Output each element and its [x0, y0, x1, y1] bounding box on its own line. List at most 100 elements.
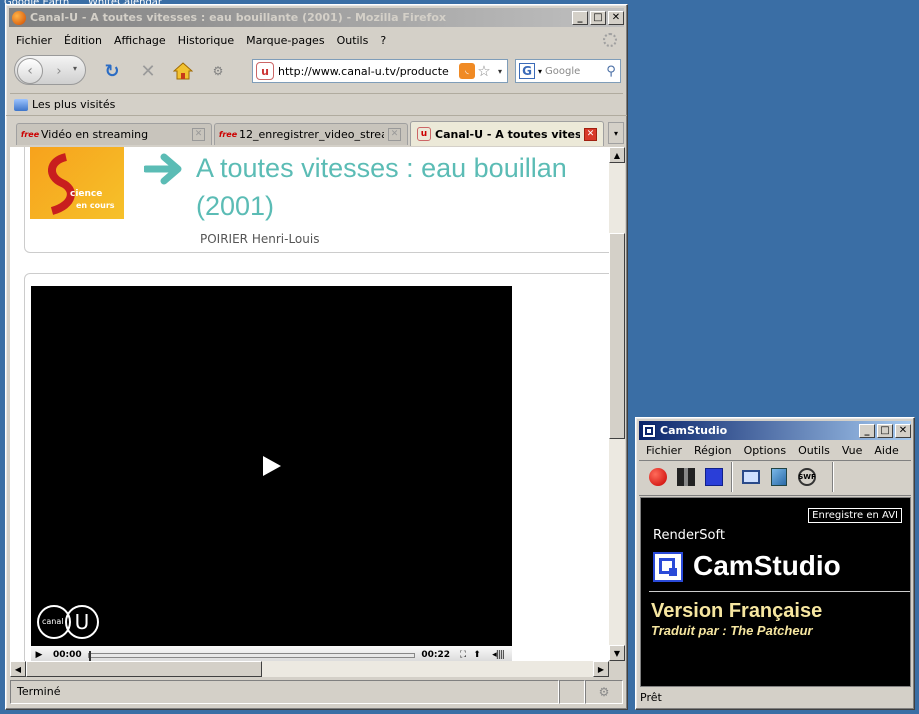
play-icon[interactable]: [263, 456, 281, 476]
camstudio-status: Prêt: [640, 691, 662, 704]
fullscreen-icon[interactable]: ⛶: [456, 650, 470, 660]
camstudio-splash: Enregistre en AVI RenderSoft CamStudio V…: [640, 497, 911, 687]
share-icon[interactable]: ⬆: [470, 650, 484, 660]
addon-icon[interactable]: ⚙: [208, 61, 228, 81]
menu-outils[interactable]: Outils: [792, 444, 836, 457]
page-content: cience en cours A toutes vitesses : eau …: [10, 147, 609, 661]
tab-canal-u[interactable]: u Canal-U - A toutes vites... ✕: [410, 121, 604, 146]
annotation-icon[interactable]: [768, 466, 790, 488]
close-tab-icon[interactable]: ✕: [192, 128, 205, 141]
throbber-icon: [603, 33, 617, 47]
minimize-button[interactable]: _: [572, 10, 588, 25]
hscroll-thumb[interactable]: [26, 661, 262, 677]
region-icon[interactable]: [740, 466, 762, 488]
tab-list-button[interactable]: ▾: [608, 122, 624, 144]
free-favicon: free: [20, 130, 40, 139]
logo-text: en cours: [76, 201, 115, 210]
toolbar-separator: [832, 462, 834, 492]
toolbar-separator: [731, 462, 733, 492]
bookmark-most-visited[interactable]: Les plus visités: [32, 98, 115, 111]
tab-video-streaming[interactable]: free Vidéo en streaming ✕: [16, 123, 212, 145]
science-en-cours-logo: cience en cours: [30, 147, 124, 219]
splash-divider: [649, 591, 910, 592]
menu-edition[interactable]: Édition: [58, 34, 108, 47]
video-player[interactable]: U canal: [31, 286, 512, 646]
back-forward-group: ‹ › ▾: [14, 55, 86, 85]
menu-region[interactable]: Région: [688, 444, 738, 457]
canal-u-watermark: U canal: [37, 604, 99, 642]
url-dropdown-icon[interactable]: ▾: [493, 67, 507, 76]
horizontal-scrollbar[interactable]: ◀ ▶: [10, 661, 609, 677]
tab-label: Canal-U - A toutes vites...: [435, 127, 580, 141]
record-icon[interactable]: [647, 466, 669, 488]
menu-options[interactable]: Options: [738, 444, 792, 457]
reload-icon[interactable]: ↻: [102, 61, 122, 82]
menu-fichier[interactable]: Fichier: [10, 34, 58, 47]
google-engine-icon[interactable]: G: [519, 63, 535, 79]
scroll-right-arrow[interactable]: ▶: [593, 661, 609, 677]
addon-status-icon[interactable]: ⚙: [585, 680, 623, 704]
swf-icon[interactable]: SWF: [796, 466, 818, 488]
stop-icon[interactable]: ✕: [138, 61, 158, 82]
close-tab-icon[interactable]: ✕: [388, 128, 401, 141]
canal-u-favicon: u: [417, 127, 431, 141]
menu-outils[interactable]: Outils: [331, 34, 375, 47]
close-button[interactable]: ✕: [608, 10, 624, 25]
url-text[interactable]: http://www.canal-u.tv/producte: [278, 65, 457, 78]
play-button[interactable]: ▶: [31, 650, 47, 660]
search-icon[interactable]: ⚲: [602, 64, 620, 79]
maximize-button[interactable]: □: [877, 423, 893, 438]
video-author[interactable]: POIRIER Henri-Louis: [200, 232, 319, 246]
menu-marque-pages[interactable]: Marque-pages: [240, 34, 330, 47]
back-button[interactable]: ‹: [17, 58, 43, 84]
home-icon[interactable]: [172, 60, 194, 82]
bookmark-star-icon[interactable]: ☆: [475, 62, 493, 80]
logo-text: cience: [70, 189, 103, 199]
scroll-left-arrow[interactable]: ◀: [10, 661, 26, 677]
camstudio-titlebar[interactable]: CamStudio _ □ ✕: [639, 421, 911, 440]
close-button[interactable]: ✕: [895, 423, 911, 438]
scroll-thumb[interactable]: [609, 233, 625, 439]
rss-icon[interactable]: ◟: [459, 63, 475, 79]
scroll-up-arrow[interactable]: ▲: [609, 147, 625, 163]
maximize-button[interactable]: □: [590, 10, 606, 25]
site-favicon: u: [256, 62, 274, 80]
close-tab-icon[interactable]: ✕: [584, 127, 597, 141]
minimize-button[interactable]: _: [859, 423, 875, 438]
stop-icon[interactable]: [703, 466, 725, 488]
video-title: A toutes vitesses : eau bouillan (2001): [196, 149, 567, 225]
search-bar[interactable]: G ▾ Google ⚲: [515, 59, 621, 83]
volume-icon[interactable]: ◂||||: [484, 650, 512, 660]
video-title-line: A toutes vitesses : eau bouillan: [196, 153, 567, 183]
pause-icon[interactable]: [675, 466, 697, 488]
seek-handle[interactable]: [88, 650, 91, 661]
engine-dropdown-icon[interactable]: ▾: [538, 67, 542, 76]
time-current: 00:00: [53, 650, 82, 660]
scroll-down-arrow[interactable]: ▼: [609, 645, 625, 661]
tab-label: 12_enregistrer_video_strea...: [239, 128, 384, 141]
tab-enregistrer-video[interactable]: free 12_enregistrer_video_strea... ✕: [214, 123, 408, 145]
search-input[interactable]: Google: [545, 66, 602, 77]
product-name: CamStudio: [693, 550, 841, 581]
nav-toolbar: ‹ › ▾ ↻ ✕ ⚙ u http://www.canal-u.tv/prod…: [10, 51, 623, 91]
video-title-line: (2001): [196, 191, 275, 221]
menu-historique[interactable]: Historique: [172, 34, 240, 47]
url-bar[interactable]: u http://www.canal-u.tv/producte ◟ ☆ ▾: [252, 59, 508, 83]
seek-bar[interactable]: [87, 650, 416, 661]
free-favicon: free: [218, 130, 238, 139]
firefox-titlebar[interactable]: Canal-U - A toutes vitesses : eau bouill…: [9, 8, 624, 27]
menu-help[interactable]: ?: [374, 34, 392, 47]
camstudio-menubar: Fichier Région Options Outils Vue Aide: [640, 440, 910, 460]
menu-fichier[interactable]: Fichier: [640, 444, 688, 457]
menu-vue[interactable]: Vue: [836, 444, 869, 457]
camstudio-logo-icon: [653, 552, 683, 582]
history-dropdown-icon[interactable]: ▾: [73, 64, 77, 73]
vertical-scrollbar[interactable]: ▲ ▼: [609, 147, 625, 661]
bookmarks-toolbar: Les plus visités: [10, 93, 623, 115]
watermark-text: canal: [42, 617, 64, 626]
menu-affichage[interactable]: Affichage: [108, 34, 172, 47]
forward-button[interactable]: ›: [49, 62, 69, 80]
tab-label: Vidéo en streaming: [41, 128, 149, 141]
version-label: Version Française: [651, 600, 823, 622]
menu-aide[interactable]: Aide: [868, 444, 904, 457]
